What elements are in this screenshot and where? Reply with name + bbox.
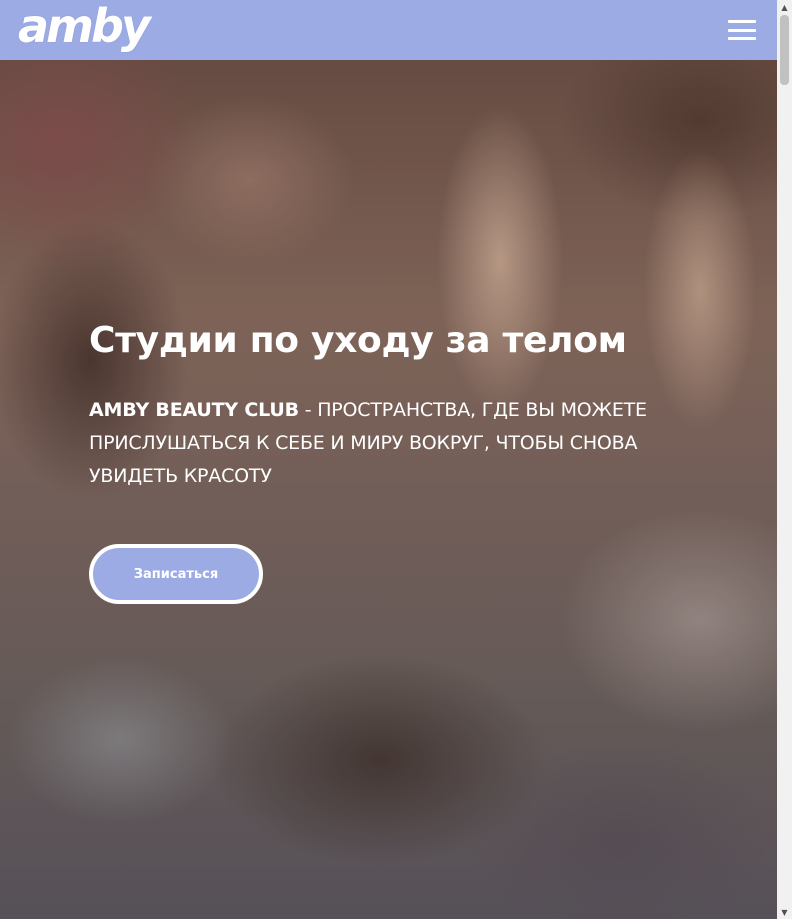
book-button[interactable]: Записаться — [89, 544, 263, 604]
hero-title: Студии по уходу за телом — [89, 320, 627, 361]
scroll-down-icon[interactable]: ▼ — [777, 905, 792, 919]
page-scrollbar[interactable]: ▲ ▼ — [777, 0, 792, 919]
site-header: amby — [0, 0, 777, 60]
hero-subtitle-brand: AMBY BEAUTY CLUB — [89, 399, 299, 421]
hero-content: Студии по уходу за телом AMBY BEAUTY CLU… — [89, 318, 709, 604]
hero-subtitle: AMBY BEAUTY CLUB - ПРОСТРАНСТВА, ГДЕ ВЫ … — [89, 394, 709, 493]
amby-logo[interactable]: amby — [18, 0, 151, 60]
menu-line — [728, 37, 756, 40]
scrollbar-thumb[interactable] — [780, 15, 789, 85]
logo-text: amby — [18, 0, 151, 53]
page: amby Студии по уходу за телом AMBY BEAUT… — [0, 0, 777, 919]
hero-section: Студии по уходу за телом AMBY BEAUTY CLU… — [0, 60, 777, 919]
hamburger-menu-icon[interactable] — [728, 18, 758, 42]
scroll-up-icon[interactable]: ▲ — [777, 0, 792, 14]
menu-line — [728, 20, 756, 23]
menu-line — [728, 28, 756, 32]
